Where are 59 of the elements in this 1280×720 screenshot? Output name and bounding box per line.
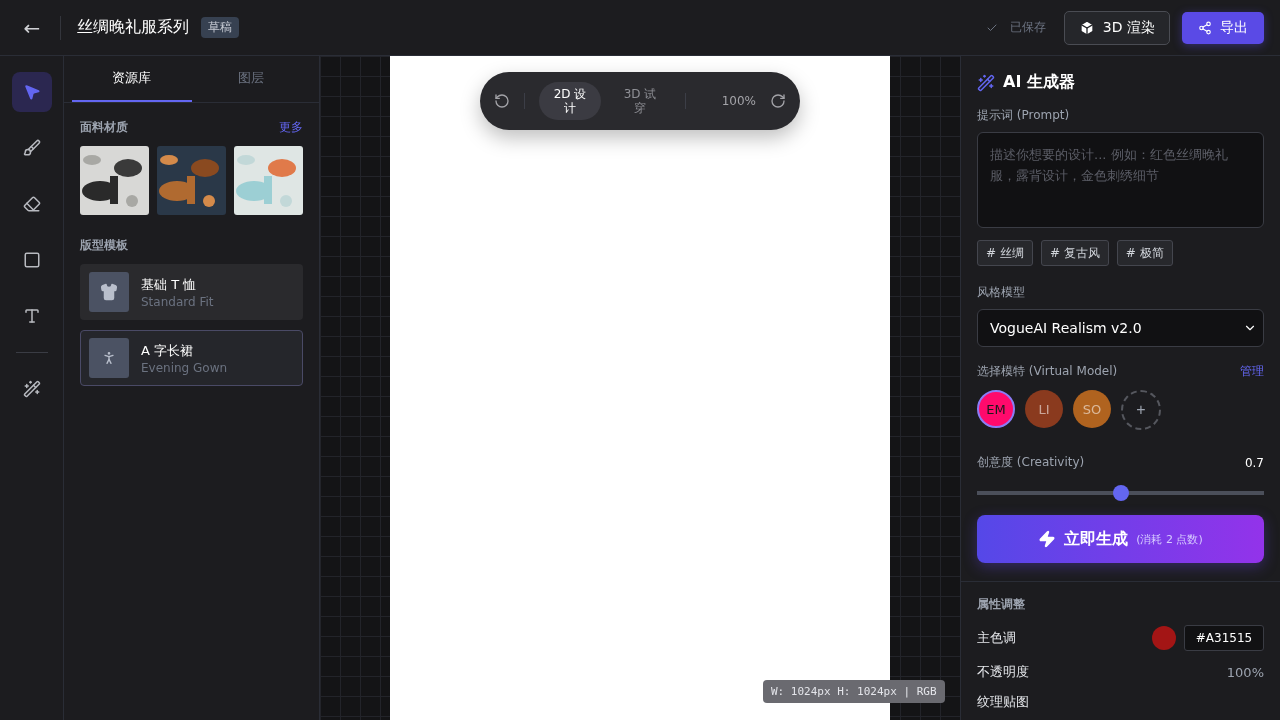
back-button[interactable]: ←	[20, 15, 44, 40]
tag-chip[interactable]: # 丝绸	[977, 240, 1033, 266]
template-name: 基础 T 恤	[141, 275, 198, 294]
zoom-level: 100%	[721, 94, 756, 108]
template-card[interactable]: 基础 T 恤 Standard Fit	[80, 264, 303, 320]
panel-tab[interactable]: 图层	[191, 56, 311, 102]
mode-toggle[interactable]: 2D 设计	[539, 82, 601, 120]
template-card[interactable]: A 字长裙 Evening Gown	[80, 330, 303, 386]
field-label: 提示词 (Prompt)	[977, 107, 1071, 124]
field-label: 选择模特 (Virtual Model)	[977, 363, 1118, 380]
panel-title: AI 生成器	[1003, 72, 1075, 93]
generate-button[interactable]: 立即生成 (消耗 2 点数)	[977, 515, 1264, 563]
square-icon	[22, 251, 41, 269]
brush-icon	[22, 139, 41, 157]
section-title: 版型模板	[80, 237, 129, 254]
style-select[interactable]: VogueAI Realism v2.0	[977, 309, 1264, 347]
cube-icon	[1078, 19, 1095, 36]
model-avatar[interactable]: EM	[977, 390, 1015, 428]
tag-chip[interactable]: # 极简	[1116, 240, 1173, 266]
canvas-info: W: 1024px H: 1024px | RGB	[763, 680, 945, 703]
magic-wand-icon	[22, 380, 41, 398]
property-value: 100%	[1226, 664, 1264, 680]
slider-thumb[interactable]	[1112, 485, 1129, 501]
slider-value: 0.7	[1244, 455, 1264, 470]
template-name: A 字长裙	[141, 341, 195, 360]
share-icon	[1198, 20, 1212, 35]
tool-button[interactable]	[11, 72, 52, 112]
add-model-button[interactable]: +	[1121, 390, 1161, 430]
export-button[interactable]: 导出	[1182, 11, 1264, 44]
template-subtitle: Evening Gown	[141, 360, 228, 375]
lightning-icon	[1038, 530, 1057, 548]
undo-button[interactable]	[494, 93, 510, 109]
project-title: 丝绸晚礼服系列	[77, 17, 189, 38]
mode-toggle[interactable]: 3D 试穿	[609, 82, 671, 120]
prompt-field[interactable]: 描述你想要的设计... 例如：红色丝绸晚礼服，露背设计，金色刺绣细节	[977, 132, 1264, 228]
render-3d-button[interactable]: 3D 渲染	[1063, 10, 1170, 45]
status-badge: 草稿	[201, 17, 239, 38]
figure-icon	[101, 350, 117, 366]
field-label: 创意度 (Creativity)	[977, 454, 1085, 471]
redo-button[interactable]	[770, 93, 786, 109]
property-label: 纹理贴图	[977, 693, 1029, 711]
more-link[interactable]: 更多	[279, 119, 303, 136]
saved-status: 已保存	[1009, 19, 1046, 36]
property-label: 主色调	[977, 629, 1016, 647]
color-swatch[interactable]	[1152, 626, 1176, 650]
manage-link[interactable]: 管理	[1240, 363, 1264, 380]
property-label: 不透明度	[977, 663, 1029, 681]
section-title: 面料材质	[80, 119, 128, 136]
shirt-icon	[100, 283, 118, 301]
magic-wand-icon	[977, 73, 995, 92]
panel-tab[interactable]: 资源库	[72, 56, 192, 102]
tag-chip[interactable]: # 复古风	[1040, 240, 1109, 266]
hex-field[interactable]: #A31515	[1184, 625, 1264, 651]
pointer-icon	[22, 83, 41, 101]
field-label: 风格模型	[977, 284, 1026, 301]
text-icon	[22, 307, 41, 325]
template-subtitle: Standard Fit	[141, 294, 214, 309]
section-title: 属性调整	[977, 596, 1026, 613]
eraser-icon	[22, 195, 41, 213]
